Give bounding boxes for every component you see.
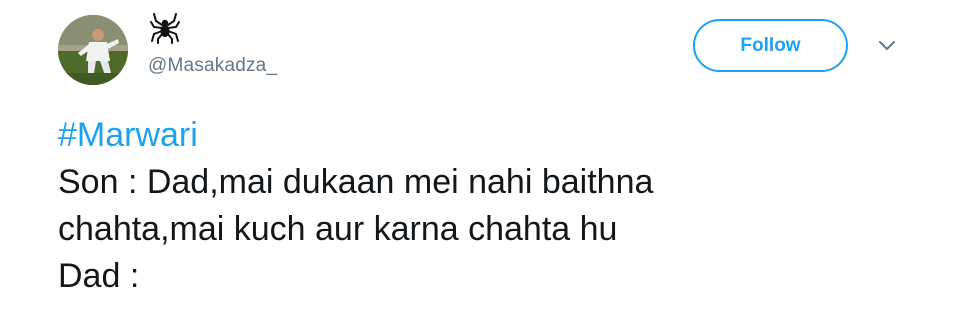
tweet-menu-button[interactable]	[876, 38, 898, 54]
tweet-line: chahta,mai kuch aur karna chahta hu	[58, 210, 618, 248]
author-handle[interactable]: @Masakadza_	[148, 55, 277, 77]
tweet-text: #Marwari Son : Dad,mai dukaan mei nahi b…	[58, 112, 938, 300]
avatar-photo	[58, 15, 128, 85]
tweet-line: Son : Dad,mai dukaan mei nahi baithna	[58, 163, 654, 201]
display-name[interactable]	[150, 12, 180, 44]
chevron-down-icon	[879, 41, 895, 50]
follow-button[interactable]: Follow	[693, 19, 848, 72]
tweet-line: Dad :	[58, 257, 140, 295]
spider-icon	[150, 13, 180, 44]
avatar[interactable]	[58, 15, 128, 85]
hashtag-link[interactable]: #Marwari	[58, 116, 198, 154]
